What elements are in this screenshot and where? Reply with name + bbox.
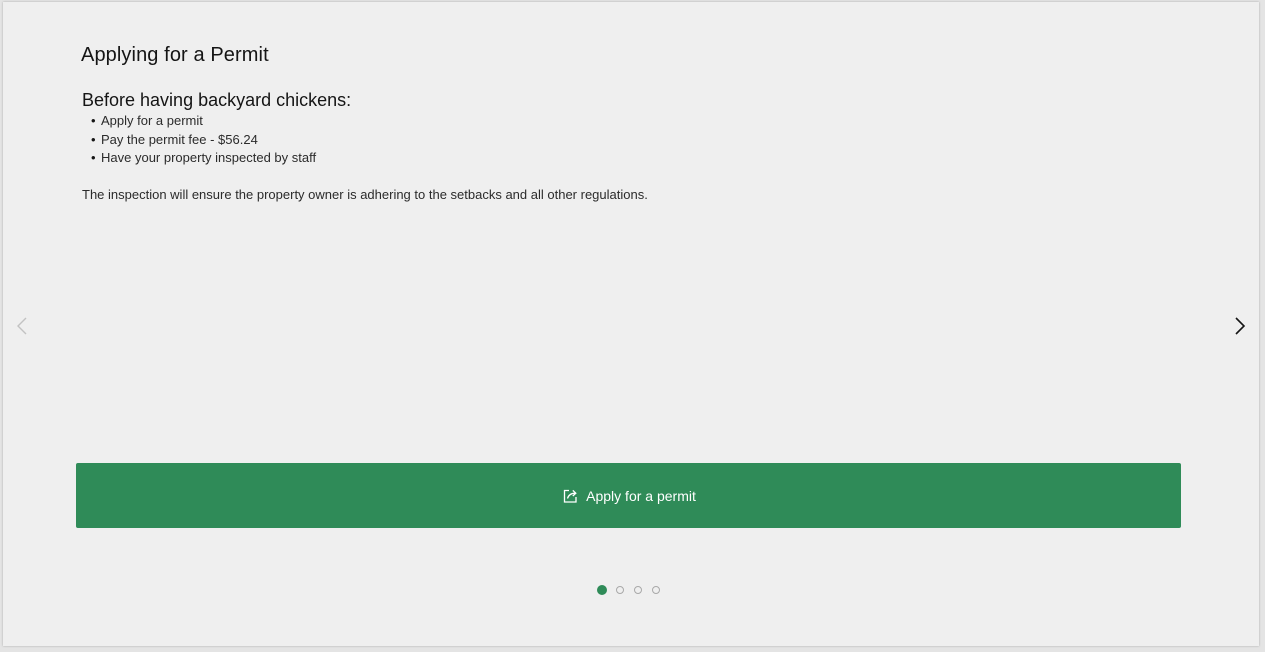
previous-slide-button[interactable] xyxy=(13,314,33,338)
list-item-text: Have your property inspected by staff xyxy=(101,150,317,165)
requirements-list: • Apply for a permit • Pay the permit fee … xyxy=(91,112,316,168)
section-heading: Before having backyard chickens: xyxy=(82,90,352,110)
external-link-icon xyxy=(561,487,579,505)
chevron-right-icon xyxy=(1235,317,1246,335)
next-slide-button[interactable] xyxy=(1230,314,1250,338)
chevron-left-icon xyxy=(17,317,27,335)
page-title: Applying for a Permit xyxy=(81,44,269,66)
pager-dot-2[interactable] xyxy=(616,586,624,594)
bullet-glyph: • xyxy=(91,150,96,165)
pager-dot-4[interactable] xyxy=(652,586,660,594)
pager-dot-1[interactable] xyxy=(597,585,607,595)
apply-for-permit-button[interactable]: Apply for a permit xyxy=(76,463,1181,528)
slide-card: Applying for a Permit Before having back… xyxy=(3,2,1259,646)
slide-pager xyxy=(597,585,670,595)
pager-dot-3[interactable] xyxy=(634,586,642,594)
bullet-glyph: • xyxy=(91,131,96,147)
list-item: • Pay the permit fee - $56.24 xyxy=(91,131,316,150)
list-item-text: Pay the permit fee - $56.24 xyxy=(101,131,258,147)
list-item: • Have your property inspected by staff xyxy=(91,149,316,168)
inspection-note: The inspection will ensure the property … xyxy=(82,187,648,202)
list-item: • Apply for a permit xyxy=(91,112,316,131)
bullet-glyph: • xyxy=(91,113,96,128)
list-item-text: Apply for a permit xyxy=(101,113,203,128)
apply-for-permit-label: Apply for a permit xyxy=(586,487,696,504)
